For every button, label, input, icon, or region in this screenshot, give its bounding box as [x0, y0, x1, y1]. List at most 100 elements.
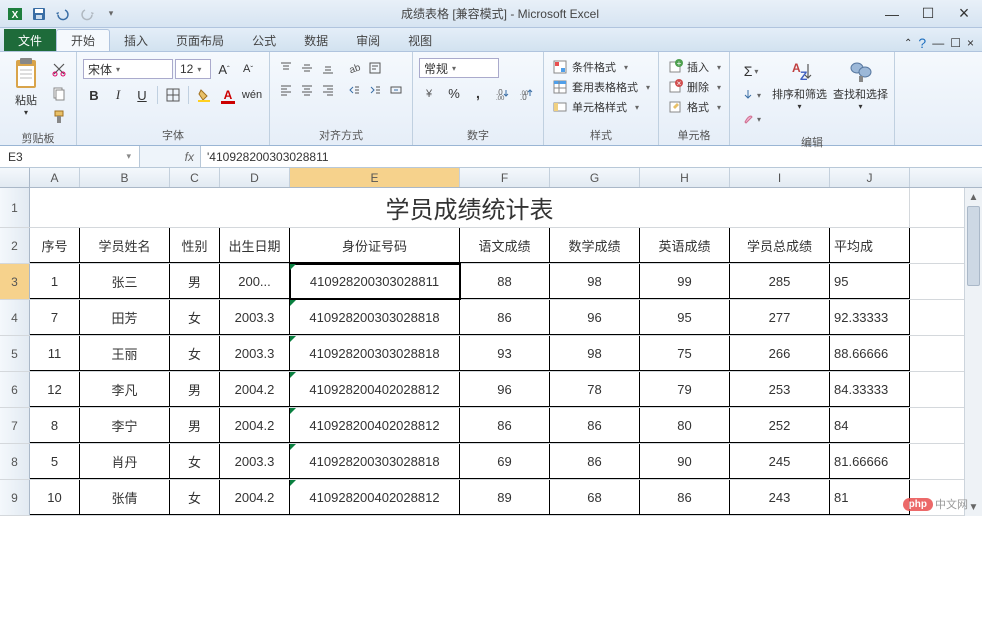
row-header[interactable]: 8 [0, 444, 30, 479]
autosum-icon[interactable]: Σ▾ [740, 60, 762, 82]
col-header-d[interactable]: D [220, 168, 290, 187]
undo-icon[interactable] [52, 3, 74, 25]
redo-icon[interactable] [76, 3, 98, 25]
tab-file[interactable]: 文件 [4, 29, 56, 51]
data-cell[interactable]: 84 [830, 408, 910, 443]
row-header[interactable]: 3 [0, 264, 30, 299]
cell-styles-button[interactable]: 单元格样式▾ [550, 98, 641, 116]
orientation-icon[interactable]: ab [344, 58, 364, 78]
align-top-icon[interactable] [276, 58, 296, 78]
ribbon-close-icon[interactable]: × [967, 36, 974, 50]
tab-page-layout[interactable]: 页面布局 [162, 29, 238, 51]
data-cell[interactable]: 8 [30, 408, 80, 443]
col-header-a[interactable]: A [30, 168, 80, 187]
header-cell[interactable]: 性别 [170, 228, 220, 263]
col-header-j[interactable]: J [830, 168, 910, 187]
data-cell[interactable]: 81 [830, 480, 910, 515]
clear-icon[interactable]: ▾ [740, 108, 762, 130]
tab-home[interactable]: 开始 [56, 29, 110, 51]
tab-data[interactable]: 数据 [290, 29, 342, 51]
merge-icon[interactable] [386, 80, 406, 100]
comma-icon[interactable]: , [467, 82, 489, 104]
data-cell[interactable]: 86 [640, 480, 730, 515]
underline-button[interactable]: U [131, 84, 153, 106]
data-cell[interactable]: 277 [730, 300, 830, 335]
delete-cells-button[interactable]: ×删除▾ [665, 78, 723, 96]
data-cell[interactable]: 86 [460, 408, 550, 443]
header-cell[interactable]: 平均成 [830, 228, 910, 263]
col-header-h[interactable]: H [640, 168, 730, 187]
header-cell[interactable]: 身份证号码 [290, 228, 460, 263]
data-cell[interactable]: 5 [30, 444, 80, 479]
phonetic-icon[interactable]: wén [241, 84, 263, 106]
fx-icon[interactable]: fx [140, 150, 200, 164]
maximize-button[interactable]: ☐ [914, 4, 942, 24]
data-cell[interactable]: 女 [170, 444, 220, 479]
align-right-icon[interactable] [318, 80, 338, 100]
col-header-e[interactable]: E [290, 168, 460, 187]
data-cell[interactable]: 253 [730, 372, 830, 407]
data-cell[interactable]: 410928200402028812 [290, 480, 460, 515]
data-cell[interactable]: 女 [170, 336, 220, 371]
align-middle-icon[interactable] [297, 58, 317, 78]
align-left-icon[interactable] [276, 80, 296, 100]
data-cell[interactable]: 84.33333 [830, 372, 910, 407]
cut-icon[interactable] [48, 58, 70, 80]
fill-color-icon[interactable] [193, 84, 215, 106]
data-cell[interactable]: 田芳 [80, 300, 170, 335]
format-as-table-button[interactable]: 套用表格格式▾ [550, 78, 652, 96]
data-cell[interactable]: 98 [550, 336, 640, 371]
col-header-c[interactable]: C [170, 168, 220, 187]
data-cell[interactable]: 78 [550, 372, 640, 407]
data-cell[interactable]: 11 [30, 336, 80, 371]
data-cell[interactable]: 2003.3 [220, 444, 290, 479]
data-cell[interactable]: 95 [830, 264, 910, 299]
row-header[interactable]: 5 [0, 336, 30, 371]
save-icon[interactable] [28, 3, 50, 25]
percent-icon[interactable]: % [443, 82, 465, 104]
row-header[interactable]: 9 [0, 480, 30, 515]
increase-font-icon[interactable]: Aˆ [213, 58, 235, 80]
data-cell[interactable]: 285 [730, 264, 830, 299]
header-cell[interactable]: 英语成绩 [640, 228, 730, 263]
number-format-select[interactable]: 常规▾ [419, 58, 499, 78]
data-cell[interactable]: 男 [170, 264, 220, 299]
row-header-1[interactable]: 1 [0, 188, 30, 227]
data-cell[interactable]: 266 [730, 336, 830, 371]
align-bottom-icon[interactable] [318, 58, 338, 78]
data-cell[interactable]: 245 [730, 444, 830, 479]
data-cell[interactable]: 243 [730, 480, 830, 515]
data-cell[interactable]: 88.66666 [830, 336, 910, 371]
paste-button[interactable]: 粘贴 ▾ [6, 54, 46, 119]
italic-button[interactable]: I [107, 84, 129, 106]
minimize-ribbon-icon[interactable]: ⌃ [904, 38, 912, 49]
data-cell[interactable]: 410928200402028812 [290, 408, 460, 443]
scroll-up-icon[interactable]: ▲ [965, 188, 982, 206]
help-icon[interactable]: ? [918, 35, 926, 51]
data-cell[interactable]: 12 [30, 372, 80, 407]
data-cell[interactable]: 92.33333 [830, 300, 910, 335]
tab-review[interactable]: 审阅 [342, 29, 394, 51]
ribbon-min-icon[interactable]: — [932, 36, 944, 50]
data-cell[interactable]: 81.66666 [830, 444, 910, 479]
qat-dropdown-icon[interactable]: ▾ [100, 3, 122, 25]
name-box[interactable]: E3 ▾ [0, 146, 140, 167]
row-header[interactable]: 4 [0, 300, 30, 335]
header-cell[interactable]: 出生日期 [220, 228, 290, 263]
decrease-font-icon[interactable]: Aˇ [237, 58, 259, 80]
data-cell[interactable]: 1 [30, 264, 80, 299]
increase-indent-icon[interactable] [365, 80, 385, 100]
data-cell[interactable]: 2004.2 [220, 408, 290, 443]
tab-view[interactable]: 视图 [394, 29, 446, 51]
data-cell[interactable]: 90 [640, 444, 730, 479]
copy-icon[interactable] [48, 82, 70, 104]
data-cell[interactable]: 96 [460, 372, 550, 407]
header-cell[interactable]: 数学成绩 [550, 228, 640, 263]
close-button[interactable]: × [950, 4, 978, 24]
border-icon[interactable] [162, 84, 184, 106]
font-name-select[interactable]: 宋体▾ [83, 59, 173, 79]
data-cell[interactable]: 410928200303028818 [290, 300, 460, 335]
paste-dropdown-icon[interactable]: ▾ [24, 108, 28, 117]
minimize-button[interactable]: — [878, 4, 906, 24]
data-cell[interactable]: 98 [550, 264, 640, 299]
